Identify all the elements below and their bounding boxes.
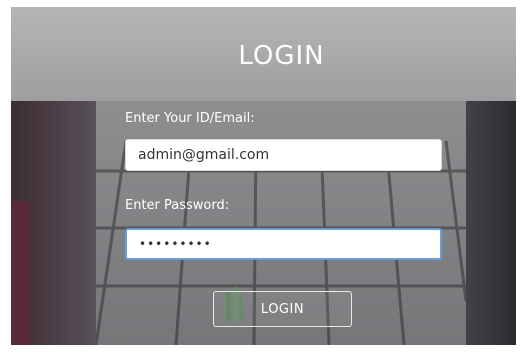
header-banner: LOGIN: [11, 7, 516, 101]
background-accent: [11, 201, 29, 345]
login-screen: LOGIN Enter Your ID/Email: Enter Passwor…: [11, 7, 516, 345]
password-field[interactable]: [125, 228, 442, 260]
password-label: Enter Password:: [125, 198, 230, 213]
background-left: [11, 101, 96, 345]
email-field[interactable]: [125, 139, 442, 171]
email-label: Enter Your ID/Email:: [125, 111, 255, 126]
login-button[interactable]: LOGIN: [213, 291, 352, 327]
page-title: LOGIN: [238, 41, 325, 71]
background-right: [466, 101, 516, 345]
